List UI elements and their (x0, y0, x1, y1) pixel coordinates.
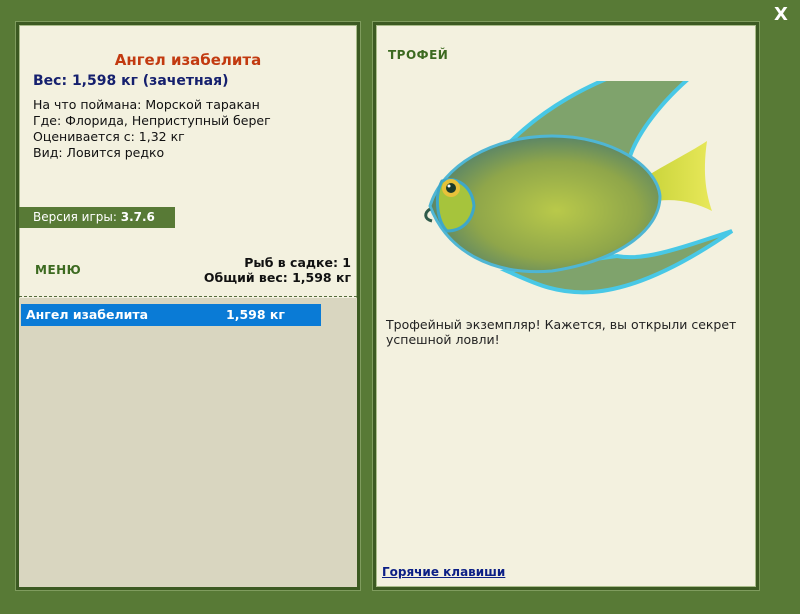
price-label: Оценивается с: (33, 129, 135, 144)
fish-info-panel: Ангел изабелита Вес: 1,598 кг (зачетная)… (16, 22, 360, 590)
list-item[interactable]: Ангел изабелита 1,598 кг (21, 304, 321, 326)
kind-value: Ловится редко (66, 145, 165, 160)
total-weight: Общий вес: 1,598 кг (203, 270, 351, 285)
menu-button[interactable]: МЕНЮ (35, 263, 81, 277)
list-item-weight: 1,598 кг (226, 307, 285, 322)
place-label: Где: (33, 113, 62, 128)
list-item-name: Ангел изабелита (26, 307, 149, 322)
trophy-panel: ТРОФЕЙ Трофейный экземпляр! Кажется, вы … (373, 22, 759, 590)
place-line: Где: Флорида, Неприступный берег (33, 113, 271, 128)
close-button[interactable]: X (768, 2, 794, 28)
divider (19, 296, 357, 297)
close-icon: X (774, 4, 788, 25)
trophy-description: Трофейный экземпляр! Кажется, вы открыли… (386, 317, 737, 347)
angelfish-image (424, 81, 734, 295)
hotkeys-link[interactable]: Горячие клавиши (382, 565, 505, 579)
fish-count: Рыб в садке: 1 (244, 255, 351, 270)
price-line: Оценивается с: 1,32 кг (33, 129, 185, 144)
price-value: 1,32 кг (138, 129, 185, 144)
place-value: Флорида, Неприступный берег (65, 113, 271, 128)
keep-net-stats: Рыб в садке: 1 Общий вес: 1,598 кг (204, 255, 351, 285)
bait-label: На что поймана: (33, 97, 142, 112)
bait-value: Морской таракан (145, 97, 260, 112)
version-label: Версия игры: (33, 210, 117, 224)
fish-weight: Вес: 1,598 кг (зачетная) (33, 73, 229, 89)
version-value: 3.7.6 (120, 210, 155, 224)
version-badge: Версия игры: 3.7.6 (19, 207, 175, 228)
fish-title: Ангел изабелита (114, 51, 262, 69)
kind-label: Вид: (33, 145, 63, 160)
bait-line: На что поймана: Морской таракан (33, 97, 260, 112)
trophy-title: ТРОФЕЙ (388, 48, 449, 62)
keep-net-list: Ангел изабелита 1,598 кг (19, 298, 357, 587)
kind-line: Вид: Ловится редко (33, 145, 164, 160)
